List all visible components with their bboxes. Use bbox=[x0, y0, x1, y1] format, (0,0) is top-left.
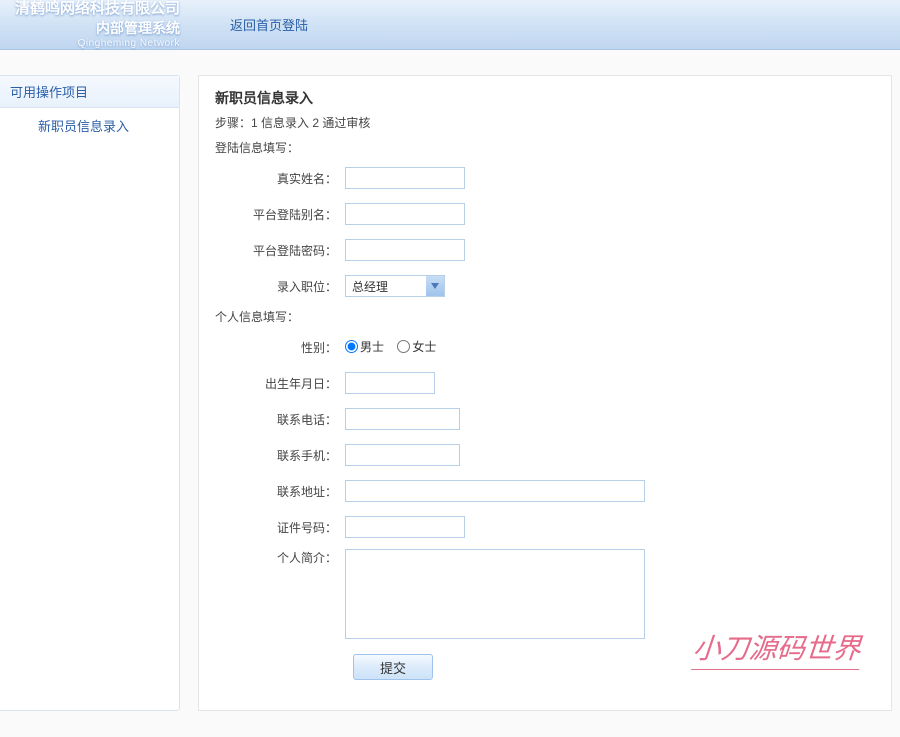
personal-section-label: 个人信息填写： bbox=[215, 308, 875, 325]
gender-male-label: 男士 bbox=[360, 338, 384, 355]
real-name-input[interactable] bbox=[345, 167, 465, 189]
label-gender: 性别： bbox=[215, 339, 345, 356]
label-mobile: 联系手机： bbox=[215, 447, 345, 464]
row-login-pwd: 平台登陆密码： bbox=[215, 236, 875, 264]
label-bio: 个人简介： bbox=[215, 549, 345, 566]
gender-male-option[interactable]: 男士 bbox=[345, 338, 384, 355]
address-input[interactable] bbox=[345, 480, 645, 502]
gender-female-radio[interactable] bbox=[397, 340, 410, 353]
label-login-pwd: 平台登陆密码： bbox=[215, 242, 345, 259]
content-wrap: 可用操作项目 新职员信息录入 新职员信息录入 步骤：1 信息录入 2 通过审核 … bbox=[0, 50, 900, 711]
sidebar-item-new-employee[interactable]: 新职员信息录入 bbox=[0, 108, 179, 145]
label-login-alias: 平台登陆别名： bbox=[215, 206, 345, 223]
row-mobile: 联系手机： bbox=[215, 441, 875, 469]
row-id-number: 证件号码： bbox=[215, 513, 875, 541]
mobile-input[interactable] bbox=[345, 444, 460, 466]
logo-company: 清鹤鸣网络科技有限公司 bbox=[10, 0, 180, 19]
row-position: 录入职位： 总经理 bbox=[215, 272, 875, 300]
page-title: 新职员信息录入 bbox=[215, 88, 875, 108]
gender-male-radio[interactable] bbox=[345, 340, 358, 353]
position-select[interactable]: 总经理 bbox=[345, 275, 445, 297]
row-real-name: 真实姓名： bbox=[215, 164, 875, 192]
sidebar-title: 可用操作项目 bbox=[0, 76, 179, 108]
chevron-down-icon[interactable] bbox=[426, 276, 444, 296]
id-number-input[interactable] bbox=[345, 516, 465, 538]
gender-female-option[interactable]: 女士 bbox=[397, 338, 436, 355]
logo-area: 清鹤鸣网络科技有限公司 内部管理系统 Qingheming Network bbox=[10, 0, 190, 50]
sidebar: 可用操作项目 新职员信息录入 bbox=[0, 75, 180, 711]
label-address: 联系地址： bbox=[215, 483, 345, 500]
watermark: 小刀源码世界 bbox=[691, 627, 863, 670]
label-phone: 联系电话： bbox=[215, 411, 345, 428]
label-real-name: 真实姓名： bbox=[215, 170, 345, 187]
login-password-input[interactable] bbox=[345, 239, 465, 261]
phone-input[interactable] bbox=[345, 408, 460, 430]
login-alias-input[interactable] bbox=[345, 203, 465, 225]
label-birthdate: 出生年月日： bbox=[215, 375, 345, 392]
header-bar: 清鹤鸣网络科技有限公司 内部管理系统 Qingheming Network 返回… bbox=[0, 0, 900, 50]
form-steps: 步骤：1 信息录入 2 通过审核 bbox=[215, 114, 875, 131]
main-panel: 新职员信息录入 步骤：1 信息录入 2 通过审核 登陆信息填写： 真实姓名： 平… bbox=[198, 75, 892, 711]
birthdate-input[interactable] bbox=[345, 372, 435, 394]
row-gender: 性别： 男士 女士 bbox=[215, 333, 875, 361]
login-section-label: 登陆信息填写： bbox=[215, 139, 875, 156]
back-to-home-link[interactable]: 返回首页登陆 bbox=[190, 15, 308, 34]
logo-system: 内部管理系统 bbox=[10, 19, 180, 37]
row-address: 联系地址： bbox=[215, 477, 875, 505]
row-login-alias: 平台登陆别名： bbox=[215, 200, 875, 228]
bio-textarea[interactable] bbox=[345, 549, 645, 639]
row-phone: 联系电话： bbox=[215, 405, 875, 433]
label-id-number: 证件号码： bbox=[215, 519, 345, 536]
gender-female-label: 女士 bbox=[412, 338, 436, 355]
row-birthdate: 出生年月日： bbox=[215, 369, 875, 397]
submit-button[interactable]: 提交 bbox=[353, 654, 433, 680]
label-position: 录入职位： bbox=[215, 278, 345, 295]
position-select-value: 总经理 bbox=[346, 276, 426, 296]
logo-english: Qingheming Network bbox=[10, 37, 180, 50]
